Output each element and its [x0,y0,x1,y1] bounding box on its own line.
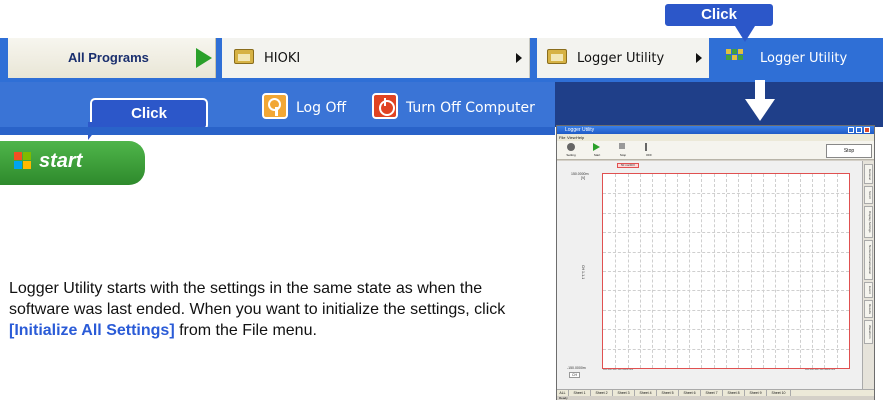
down-arrow-head [745,99,775,121]
side-tab-scroll[interactable]: Scroll [864,186,873,204]
y-axis-bottom-value: -150.0000m [567,366,586,370]
window-title: Logger Utility [565,127,595,133]
grid-line [603,329,849,331]
minimize-icon[interactable] [848,127,854,133]
down-arrow-icon [755,80,765,100]
windows-logo-icon [14,152,32,170]
side-tab-waveform[interactable]: Waveform [864,320,873,344]
menu-file[interactable]: File [559,134,565,141]
menu-view[interactable]: View [567,134,576,141]
taskbar [0,127,555,135]
grid-line [603,212,849,214]
description-part-1: Logger Utility starts with the settings … [9,280,506,318]
log-off-label[interactable]: Log Off [296,100,346,116]
cursor-off-button[interactable]: OFF [639,143,659,159]
side-tab-event[interactable]: Event [864,282,873,298]
stop-measure-button[interactable]: Stop [613,143,633,159]
grid-line [603,309,849,311]
cursor-off-label: OFF [646,153,652,157]
callout-pointer [735,26,755,42]
grid-line [603,348,849,350]
grid-line [603,290,849,292]
side-tab-general[interactable]: General [864,164,873,184]
start-measure-button[interactable]: Start [587,143,607,159]
waveform-plot[interactable] [602,173,850,369]
grid-line [603,193,849,195]
stop-icon [619,143,625,149]
side-tab-panel: General Scroll Display Settings Numerica… [862,161,874,389]
submenu-arrow-icon [696,53,702,63]
click-callout-start: Click [90,98,208,130]
menu-help[interactable]: Help [576,134,584,141]
program-folder-icon [234,49,254,64]
maximize-icon[interactable] [856,127,862,133]
time-div-label: 50 ms/DIV [617,163,639,168]
desktop-background [555,82,883,127]
program-folder-icon [547,49,567,64]
side-tab-numerical-calculation[interactable]: Numerical Calculation [864,240,873,280]
initialize-all-settings-highlight: [Initialize All Settings] [9,322,175,339]
description-text: Logger Utility starts with the settings … [9,278,539,341]
y-axis-top-value: 150.0000m [571,172,589,176]
grid-line [603,232,849,234]
submenu-arrow-icon [516,53,522,63]
log-off-icon[interactable] [262,93,288,119]
logger-utility-icon [726,49,746,65]
play-icon [593,143,600,151]
gear-icon [567,143,575,151]
logger-utility-window: Logger Utility File View Help Setting St… [556,125,875,400]
menu-item-hioki[interactable]: HIOKI [222,38,530,78]
click-callout-top: Click [663,2,775,28]
menu-item-logger-utility-folder[interactable]: Logger Utility [537,38,709,78]
y-axis-unit: [V] [581,176,586,180]
app-menubar: File View Help [557,134,874,141]
grid-line [603,271,849,272]
menu-item-hioki-label: HIOKI [264,51,301,66]
measurement-status: Stop [826,144,872,158]
start-label: start [39,150,83,172]
window-title-bar: Logger Utility [557,126,874,134]
description-part-2: from the File menu. [174,322,317,339]
status-bar: Ready [557,396,874,400]
ch-button[interactable]: CH [569,372,581,378]
turn-off-computer-label[interactable]: Turn Off Computer [406,100,535,116]
all-programs-label: All Programs [68,50,149,65]
click-callout-top-label: Click [701,6,737,23]
start-measure-label: Start [593,153,601,157]
menu-item-logger-folder-label: Logger Utility [577,51,665,66]
click-callout-start-label: Click [131,105,167,122]
all-programs-item[interactable]: All Programs [8,38,216,78]
grid-line [603,251,849,253]
side-tab-results[interactable]: Results [864,300,873,318]
menu-item-logger-app-label: Logger Utility [760,51,848,66]
setting-label: Setting [566,153,576,157]
power-icon[interactable] [372,93,398,119]
setting-button[interactable]: Setting [561,143,581,159]
channel-label: CH 1-1-1 [581,265,585,280]
sheet-tab-bar: ALL Sheet 1 Sheet 2 Sheet 3 Sheet 4 Shee… [557,389,874,397]
all-programs-arrow-icon [196,48,212,68]
side-tab-display-settings[interactable]: Display Settings [864,206,873,238]
stop-measure-label: Stop [619,153,627,157]
close-icon[interactable] [864,127,870,133]
cursor-icon [645,143,647,151]
